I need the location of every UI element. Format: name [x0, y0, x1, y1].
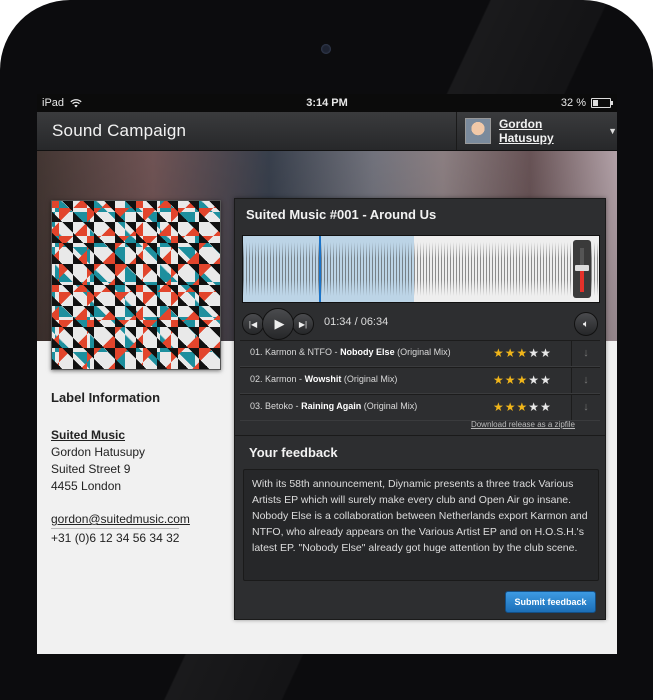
battery-icon [591, 98, 613, 108]
label-street: Suited Street 9 [51, 462, 131, 476]
status-time: 3:14 PM [306, 97, 348, 109]
page-title: Sound Campaign [52, 121, 187, 140]
track-number: 01. [250, 347, 263, 357]
skip-forward-icon: ▶| [298, 319, 308, 329]
volume-level [580, 267, 584, 292]
speaker-icon: 🔈︎ [583, 318, 589, 330]
track-list: 01. Karmon & NTFO - Nobody Else (Origina… [240, 340, 600, 421]
feedback-heading: Your feedback [249, 445, 338, 460]
star-filled-icon[interactable]: ★ [517, 373, 529, 387]
chevron-down-icon[interactable]: ▼ [608, 126, 617, 136]
star-filled-icon[interactable]: ★ [505, 400, 517, 414]
waveform-bars [243, 242, 599, 296]
track-title: Raining Again [301, 401, 362, 411]
star-filled-icon[interactable]: ★ [493, 373, 505, 387]
star-rating[interactable]: ★★★★★ [493, 400, 552, 414]
download-arrow-icon[interactable]: ↓ [571, 395, 600, 420]
user-name-link[interactable]: Gordon Hatusupy [499, 117, 600, 145]
label-phone: +31 (0)6 12 34 56 34 32 [51, 528, 180, 547]
track-artist: Karmon & NTFO - [265, 347, 338, 357]
star-empty-icon[interactable]: ★ [540, 373, 552, 387]
star-rating[interactable]: ★★★★★ [493, 346, 552, 360]
label-contact-name: Gordon Hatusupy [51, 445, 146, 459]
battery-percent: 32 % [560, 97, 586, 109]
track-row[interactable]: 03. Betoko - Raining Again (Original Mix… [240, 394, 600, 421]
play-icon: ▶ [274, 316, 285, 331]
track-row[interactable]: 01. Karmon & NTFO - Nobody Else (Origina… [240, 340, 600, 367]
track-mix: (Original Mix) [343, 374, 398, 384]
time-display: 01:34 / 06:34 [324, 316, 389, 328]
download-arrow-icon[interactable]: ↓ [571, 368, 600, 393]
star-filled-icon[interactable]: ★ [493, 400, 505, 414]
app-screen: iPad 3:14 PM 32 % Sound Campaign Gordon … [37, 94, 617, 654]
previous-button[interactable]: |◀ [242, 313, 264, 335]
label-city: 4455 London [51, 479, 122, 493]
volume-handle[interactable] [575, 264, 589, 271]
track-artist: Karmon - [265, 374, 303, 384]
star-rating[interactable]: ★★★★★ [493, 373, 552, 387]
transport-controls: |◀ ▶ ▶| 01:34 / 06:34 🔈︎ [242, 308, 598, 340]
star-empty-icon[interactable]: ★ [540, 400, 552, 414]
star-empty-icon[interactable]: ★ [540, 346, 552, 360]
album-artwork [51, 200, 221, 370]
label-info-heading: Label Information [51, 390, 161, 405]
divider [235, 435, 605, 436]
star-filled-icon[interactable]: ★ [505, 373, 517, 387]
status-bar: iPad 3:14 PM 32 % [37, 94, 617, 112]
play-button[interactable]: ▶ [262, 308, 294, 340]
camera-icon [321, 44, 331, 54]
star-filled-icon[interactable]: ★ [505, 346, 517, 360]
next-button[interactable]: ▶| [292, 313, 314, 335]
track-mix: (Original Mix) [363, 401, 418, 411]
avatar [465, 118, 491, 144]
track-title: Wowshit [304, 374, 342, 384]
waveform-scrubber[interactable] [242, 235, 600, 303]
track-mix: (Original Mix) [397, 347, 451, 357]
star-empty-icon[interactable]: ★ [528, 373, 540, 387]
volume-slider[interactable] [573, 240, 591, 298]
star-empty-icon[interactable]: ★ [528, 346, 540, 360]
track-number: 02. [250, 374, 263, 384]
star-empty-icon[interactable]: ★ [528, 400, 540, 414]
star-filled-icon[interactable]: ★ [493, 346, 505, 360]
user-menu[interactable]: Gordon Hatusupy ▼ [456, 112, 617, 150]
submit-feedback-button[interactable]: Submit feedback [505, 591, 596, 613]
label-company-link[interactable]: Suited Music [51, 427, 231, 444]
release-title: Suited Music #001 - Around Us [246, 207, 437, 222]
track-title: Nobody Else [340, 347, 395, 357]
label-information: Label Information Suited Music Gordon Ha… [51, 390, 231, 547]
volume-button[interactable]: 🔈︎ [574, 312, 598, 336]
release-panel: Suited Music #001 - Around Us |◀ ▶ ▶| 01… [234, 198, 606, 620]
download-zip-link[interactable]: Download release as a zipfile [471, 420, 575, 429]
label-email-link[interactable]: gordon@suitedmusic.com [51, 511, 231, 528]
feedback-textarea[interactable]: With its 58th announcement, Diynamic pre… [243, 469, 599, 581]
skip-back-icon: |◀ [248, 319, 258, 329]
star-filled-icon[interactable]: ★ [517, 346, 529, 360]
track-row[interactable]: 02. Karmon - Wowshit (Original Mix) ★★★★… [240, 367, 600, 394]
playhead[interactable] [319, 236, 321, 302]
track-number: 03. [250, 401, 263, 411]
track-artist: Betoko - [265, 401, 299, 411]
app-header: Sound Campaign Gordon Hatusupy ▼ [37, 112, 617, 151]
download-arrow-icon[interactable]: ↓ [571, 341, 600, 366]
star-filled-icon[interactable]: ★ [517, 400, 529, 414]
